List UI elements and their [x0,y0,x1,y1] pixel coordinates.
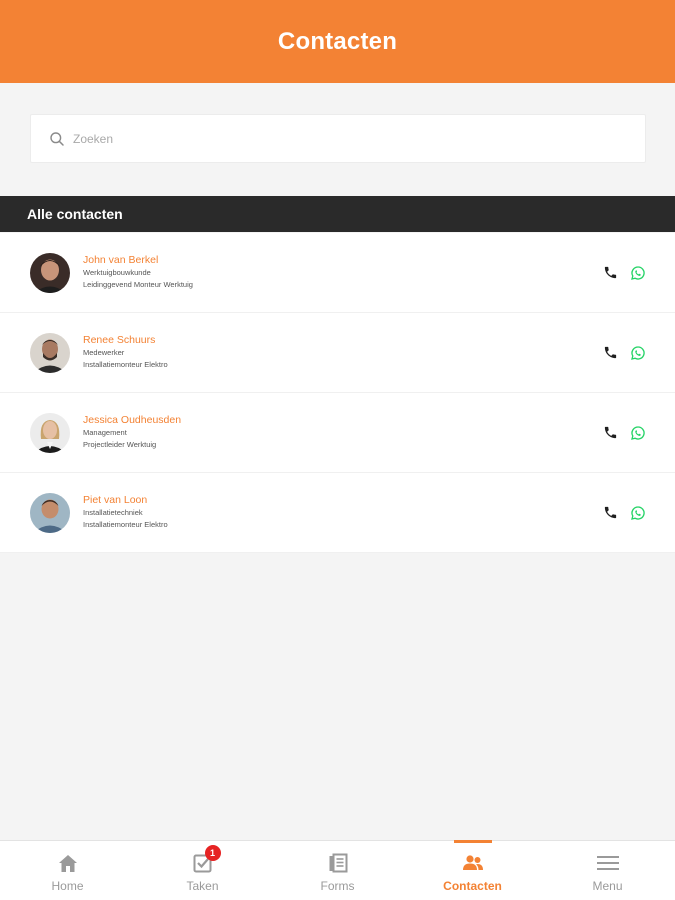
whatsapp-icon[interactable] [630,425,646,441]
contact-row[interactable]: Jessica Oudheusden Management Projectlei… [0,393,675,473]
tab-contacts[interactable]: Contacten [405,840,540,900]
tab-forms[interactable]: Forms [270,841,405,900]
whatsapp-icon[interactable] [630,265,646,281]
contact-info: Piet van Loon Installatietechniek Instal… [83,494,168,531]
contact-job-title: Installatiemonteur Elektro [83,520,168,529]
avatar [30,413,70,453]
section-title: Alle contacten [27,206,123,222]
avatar [30,493,70,533]
contact-row[interactable]: Piet van Loon Installatietechniek Instal… [0,473,675,553]
tab-forms-label: Forms [320,879,355,893]
contact-row[interactable]: Renee Schuurs Medewerker Installatiemont… [0,313,675,393]
search-icon [49,131,65,147]
contact-row[interactable]: John van Berkel Werktuigbouwkunde Leidin… [0,233,675,313]
phone-icon[interactable] [603,425,618,440]
app-header: Contacten [0,0,675,83]
contact-name[interactable]: Piet van Loon [83,494,168,507]
contacts-icon [462,852,484,874]
whatsapp-icon[interactable] [630,345,646,361]
forms-icon [327,852,349,874]
contact-department: Werktuigbouwkunde [83,268,151,277]
contact-info: Renee Schuurs Medewerker Installatiemont… [83,334,168,371]
contact-list: John van Berkel Werktuigbouwkunde Leidin… [0,233,675,553]
phone-icon[interactable] [603,265,618,280]
avatar [30,333,70,373]
avatar [30,253,70,293]
tab-menu[interactable]: Menu [540,841,675,900]
tab-home-label: Home [51,879,84,893]
contact-info: Jessica Oudheusden Management Projectlei… [83,414,181,451]
home-icon [57,852,79,874]
phone-icon[interactable] [603,345,618,360]
search-input[interactable] [73,131,613,146]
contact-info: John van Berkel Werktuigbouwkunde Leidin… [83,254,193,291]
contact-job-title: Leidinggevend Monteur Werktuig [83,280,193,289]
hamburger-menu-icon [596,852,619,874]
tab-menu-label: Menu [592,879,623,893]
section-header: Alle contacten [0,196,675,232]
tab-home[interactable]: Home [0,841,135,900]
tab-tasks-label: Taken [186,879,219,893]
contact-department: Medewerker [83,348,125,357]
contact-name[interactable]: Renee Schuurs [83,334,168,347]
tab-tasks[interactable]: 1 Taken [135,841,270,900]
tab-contacts-label: Contacten [443,879,502,893]
page-title: Contacten [277,27,398,55]
task-checkbox-icon: 1 [192,845,221,874]
contact-department: Management [83,428,127,437]
contact-department: Installatietechniek [83,508,143,517]
contact-job-title: Installatiemonteur Elektro [83,360,168,369]
bottom-navigation: Home 1 Taken Forms Contacten Menu [0,840,675,900]
search-bar[interactable] [30,114,646,163]
contact-name[interactable]: Jessica Oudheusden [83,414,181,427]
tasks-count-badge: 1 [204,845,221,861]
whatsapp-icon[interactable] [630,505,646,521]
phone-icon[interactable] [603,505,618,520]
contact-job-title: Projectleider Werktuig [83,440,157,449]
contact-name[interactable]: John van Berkel [83,254,193,267]
active-tab-indicator [453,840,492,843]
